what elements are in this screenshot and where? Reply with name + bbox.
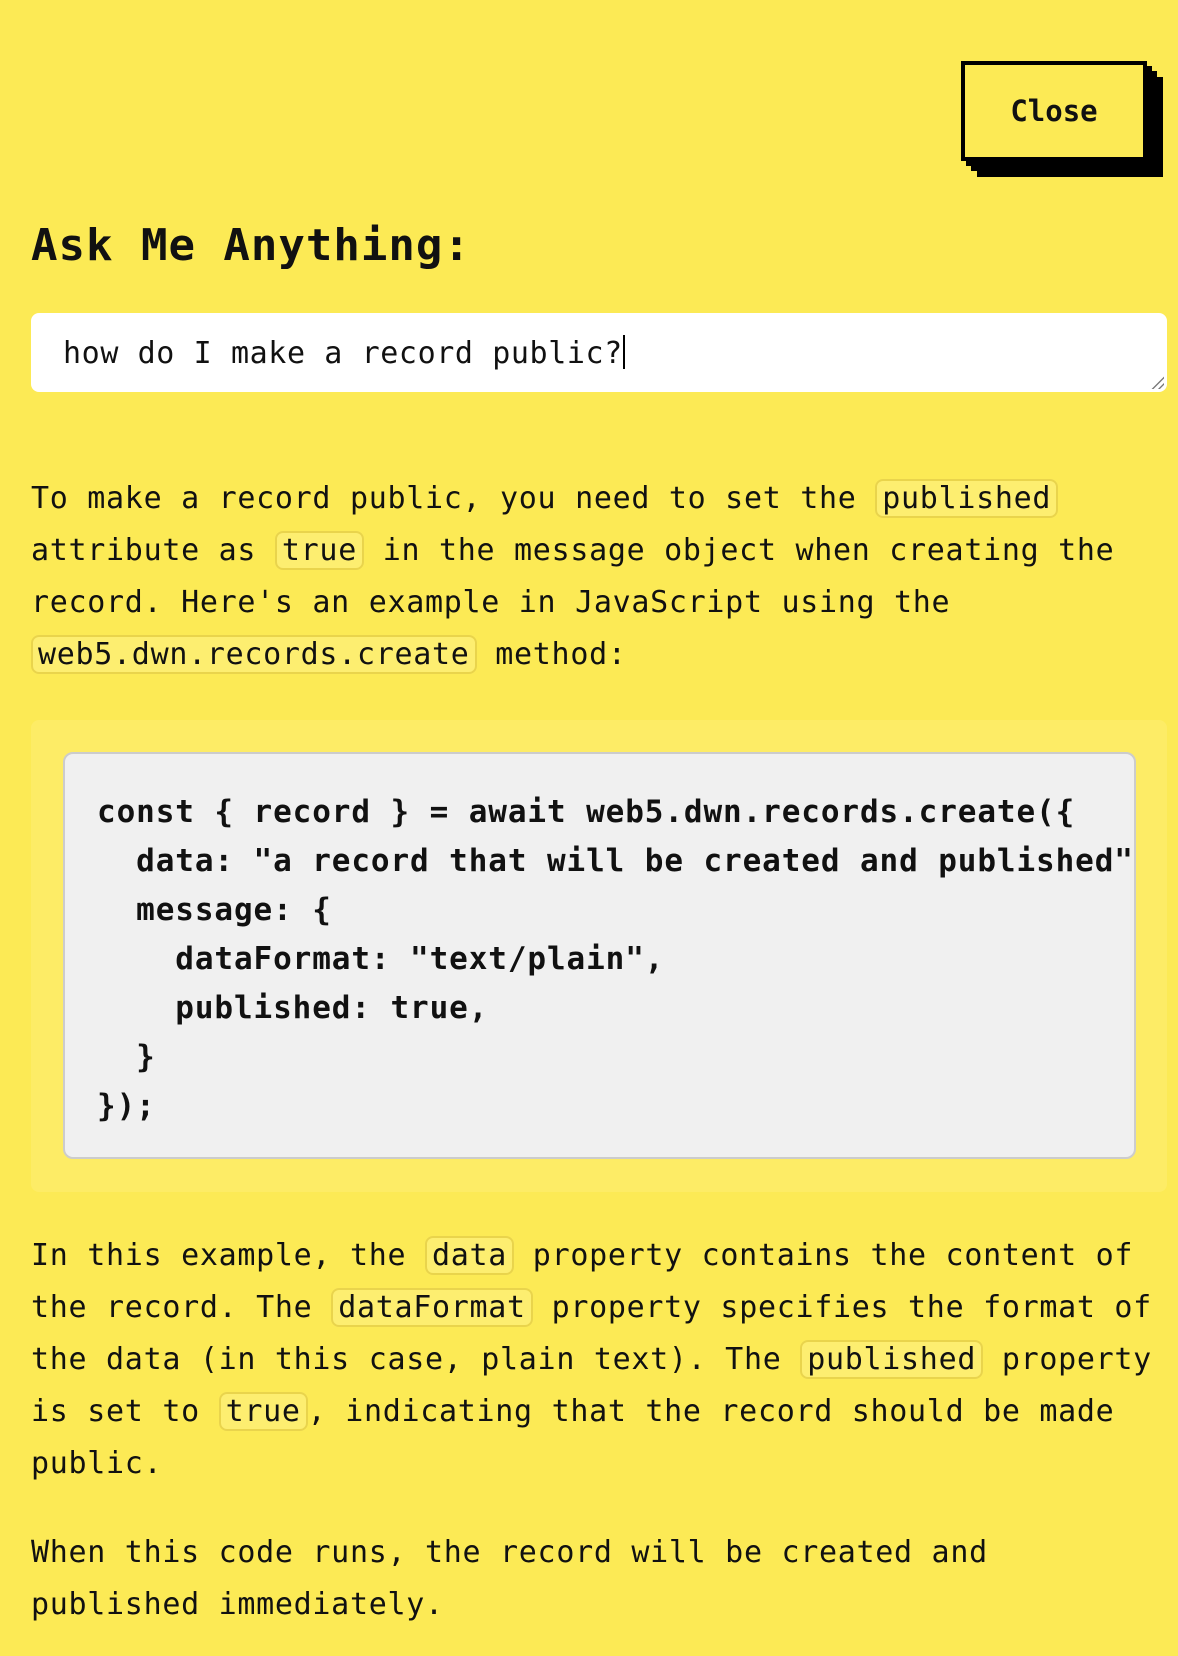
answer-paragraph-3: When this code runs, the record will be …: [31, 1535, 988, 1622]
code-text: const { record } = await web5.dwn.record…: [97, 794, 1136, 1124]
question-text: how do I make a record public?: [63, 336, 623, 371]
text-caret: [622, 335, 625, 369]
code-block: const { record } = await web5.dwn.record…: [63, 752, 1136, 1159]
inline-code: true: [274, 531, 364, 570]
inline-code: dataFormat: [331, 1288, 533, 1327]
page-title: Ask Me Anything:: [31, 220, 471, 271]
resize-handle-icon[interactable]: [1150, 375, 1164, 389]
inline-code: true: [218, 1392, 308, 1431]
inline-code: data: [425, 1236, 515, 1275]
code-block-container: const { record } = await web5.dwn.record…: [31, 720, 1167, 1192]
text: In this example, the: [31, 1238, 425, 1273]
inline-code: published: [875, 479, 1059, 518]
text: method:: [476, 637, 627, 672]
text: attribute as: [31, 533, 275, 568]
text: To make a record public, you need to set…: [31, 481, 876, 516]
inline-code: web5.dwn.records.create: [31, 635, 477, 674]
close-button[interactable]: Close: [961, 61, 1147, 161]
question-input[interactable]: how do I make a record public?: [31, 313, 1167, 392]
answer-paragraph-1: To make a record public, you need to set…: [31, 473, 1171, 681]
answer-paragraph-2: In this example, the data property conta…: [31, 1230, 1171, 1490]
inline-code: published: [800, 1340, 984, 1379]
